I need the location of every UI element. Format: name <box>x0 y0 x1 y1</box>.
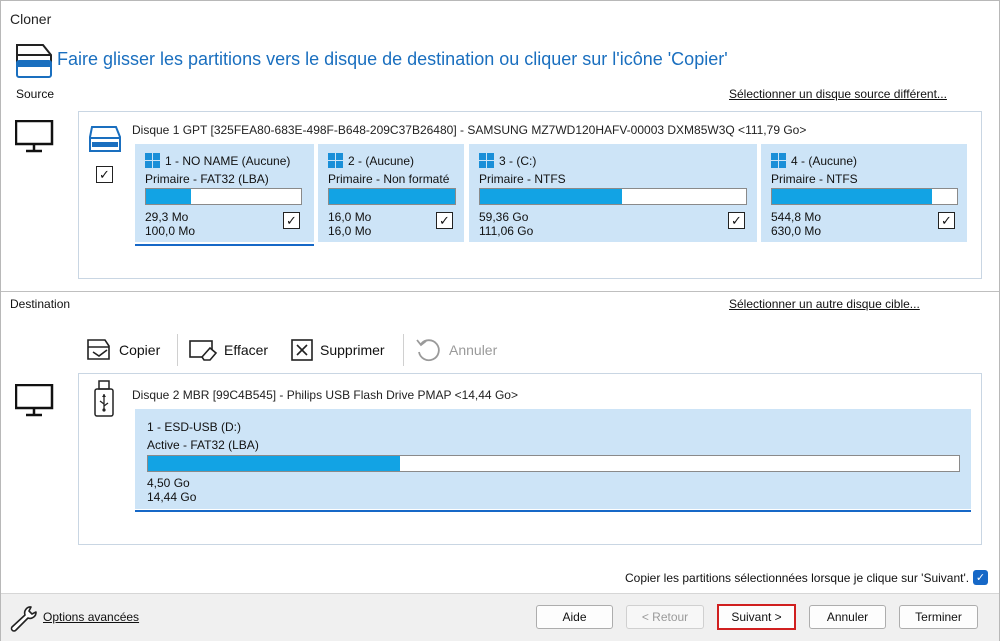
partition-used: 16,0 Mo <box>328 210 372 224</box>
back-button[interactable]: < Retour <box>626 605 704 629</box>
copy-on-next-label: Copier les partitions sélectionnées lors… <box>625 571 970 585</box>
destination-partition-1[interactable]: 1 - ESD-USB (D:) Active - FAT32 (LBA) 4,… <box>135 409 971 509</box>
partition-title: 1 - ESD-USB (D:) <box>147 420 242 434</box>
partition-used: 544,8 Mo <box>771 210 822 224</box>
toolbar-separator <box>177 334 178 366</box>
windows-icon <box>771 153 786 168</box>
partition-title: 4 - (Aucune) <box>791 154 858 168</box>
erase-label: Effacer <box>224 342 269 358</box>
partition-total: 111,06 Go <box>479 224 534 238</box>
partition-usage-bar <box>771 188 958 205</box>
partition-checkbox[interactable]: ✓ <box>728 212 745 229</box>
cancel-button[interactable]: Annuler <box>809 605 886 629</box>
undo-icon <box>416 339 440 362</box>
source-disk-checkbox[interactable]: ✓ <box>96 166 113 183</box>
delete-label: Supprimer <box>320 342 385 358</box>
undo-button[interactable]: Annuler <box>415 336 497 364</box>
source-partition-2[interactable]: 2 - (Aucune) Primaire - Non formaté 16,0… <box>318 144 464 242</box>
help-button[interactable]: Aide <box>536 605 613 629</box>
page-headline: Faire glisser les partitions vers le dis… <box>57 49 728 69</box>
partition-usage-fill <box>329 189 455 204</box>
window-title: Cloner <box>10 11 52 27</box>
hard-disk-icon <box>89 126 121 152</box>
partition-total: 14,44 Go <box>147 490 197 504</box>
eraser-icon <box>189 340 218 361</box>
windows-icon <box>479 153 494 168</box>
delete-button[interactable]: Supprimer <box>290 337 385 363</box>
partition-used: 29,3 Mo <box>145 210 189 224</box>
finish-button[interactable]: Terminer <box>899 605 978 629</box>
advanced-options-link[interactable]: Options avancées <box>43 610 139 624</box>
partition-type: Primaire - NTFS <box>771 172 858 186</box>
partition-usage-bar <box>145 188 302 205</box>
selected-partition-indicator <box>135 244 314 246</box>
usb-drive-icon <box>94 380 114 417</box>
partition-usage-fill <box>148 456 401 471</box>
partition-total: 100,0 Mo <box>145 224 196 238</box>
partition-total: 630,0 Mo <box>771 224 822 238</box>
copy-disk-icon <box>87 339 110 360</box>
source-partition-3[interactable]: 3 - (C:) Primaire - NTFS 59,36 Go 111,06… <box>469 144 757 242</box>
partition-type: Primaire - Non formaté <box>328 172 450 186</box>
copy-on-next-checkbox[interactable]: ✓ <box>973 570 988 585</box>
disk-stack-icon <box>16 44 52 78</box>
windows-icon <box>328 153 343 168</box>
partition-title: 1 - NO NAME (Aucune) <box>165 154 291 168</box>
footer-bar: Options avancées Aide < Retour Suivant >… <box>1 593 999 641</box>
source-disk-panel: Disque 1 GPT [325FEA80-683E-498F-B648-20… <box>78 111 982 279</box>
partition-title: 2 - (Aucune) <box>348 154 415 168</box>
next-button[interactable]: Suivant > <box>717 604 796 630</box>
partition-usage-fill <box>772 189 933 204</box>
windows-icon <box>145 153 160 168</box>
source-monitor-icon <box>15 120 54 153</box>
select-source-disk-link[interactable]: Sélectionner un disque source différent.… <box>729 87 947 101</box>
destination-disk-panel: Disque 2 MBR [99C4B545] - Philips USB Fl… <box>78 373 982 545</box>
partition-checkbox[interactable]: ✓ <box>283 212 300 229</box>
toolbar-separator <box>403 334 404 366</box>
erase-button[interactable]: Effacer <box>188 337 268 363</box>
select-target-disk-link[interactable]: Sélectionner un autre disque cible... <box>729 297 920 311</box>
partition-used: 59,36 Go <box>479 210 529 224</box>
copy-label: Copier <box>119 342 161 358</box>
partition-usage-bar <box>147 455 960 472</box>
partition-type: Primaire - NTFS <box>479 172 566 186</box>
source-disk-info: Disque 1 GPT [325FEA80-683E-498F-B648-20… <box>132 123 807 137</box>
partition-type: Primaire - FAT32 (LBA) <box>145 172 269 186</box>
partition-usage-bar <box>328 188 456 205</box>
wrench-icon <box>10 606 37 632</box>
source-label: Source <box>16 87 55 101</box>
partition-title: 3 - (C:) <box>499 154 537 168</box>
copy-button[interactable]: Copier <box>85 337 160 363</box>
source-partition-4[interactable]: 4 - (Aucune) Primaire - NTFS 544,8 Mo 63… <box>761 144 967 242</box>
selected-partition-indicator <box>135 510 971 512</box>
destination-monitor-icon <box>15 384 54 417</box>
partition-checkbox[interactable]: ✓ <box>436 212 453 229</box>
partition-type: Active - FAT32 (LBA) <box>147 438 259 452</box>
partition-usage-fill <box>146 189 192 204</box>
destination-disk-info: Disque 2 MBR [99C4B545] - Philips USB Fl… <box>132 388 518 402</box>
partition-usage-fill <box>480 189 623 204</box>
undo-label: Annuler <box>449 342 498 358</box>
partition-usage-bar <box>479 188 747 205</box>
partition-used: 4,50 Go <box>147 476 190 490</box>
delete-icon <box>291 339 313 361</box>
destination-label: Destination <box>10 297 71 311</box>
partition-total: 16,0 Mo <box>328 224 372 238</box>
section-divider <box>1 291 999 292</box>
partition-checkbox[interactable]: ✓ <box>938 212 955 229</box>
source-partition-1[interactable]: 1 - NO NAME (Aucune) Primaire - FAT32 (L… <box>135 144 314 242</box>
cloner-window: Cloner Faire glisser les partitions vers… <box>0 0 1000 641</box>
